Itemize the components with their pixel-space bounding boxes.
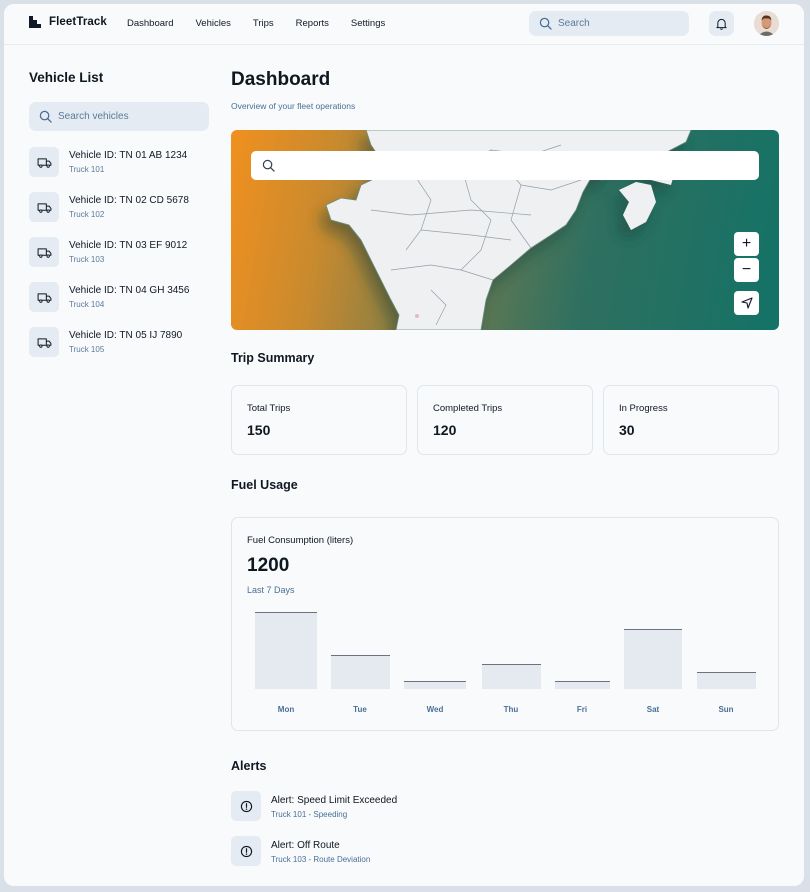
fuel-total-value: 1200: [247, 555, 290, 576]
app-window: FleetTrack Dashboard Vehicles Trips Repo…: [4, 4, 804, 886]
stat-label: In Progress: [619, 403, 668, 414]
user-avatar[interactable]: [754, 11, 779, 36]
fuel-bar-tue: [330, 655, 390, 689]
fuel-bar-fri: [554, 681, 610, 689]
fuel-day-label: Fri: [576, 705, 588, 714]
vehicle-name: Vehicle ID: TN 05 IJ 7890: [69, 330, 183, 341]
stat-card-completed-trips: Completed Trips 120: [417, 385, 593, 455]
plus-icon: +: [741, 235, 752, 252]
vehicle-search-placeholder: Search vehicles: [58, 111, 129, 122]
alert-circle-icon: [231, 836, 261, 866]
alert-name: Alert: Speed Limit Exceeded: [271, 795, 398, 806]
nav-item-settings[interactable]: Settings: [351, 18, 385, 29]
fuel-day-label: Sat: [646, 705, 660, 714]
truck-icon: [29, 282, 59, 312]
truck-icon: [29, 327, 59, 357]
vehicle-subtitle: Truck 105: [69, 345, 105, 354]
stat-value: 30: [619, 422, 635, 438]
vehicle-list-item[interactable]: Vehicle ID: TN 04 GH 3456 Truck 104: [29, 282, 219, 314]
fuel-day-label: Thu: [503, 705, 519, 714]
vehicle-name: Vehicle ID: TN 01 AB 1234: [69, 150, 188, 161]
minus-icon: −: [741, 261, 752, 278]
fuel-range-label: Last 7 Days: [247, 585, 295, 595]
fuel-chart-card: Fuel Consumption (liters) 1200 Last 7 Da…: [231, 517, 779, 731]
vehicle-name: Vehicle ID: TN 03 EF 9012: [69, 240, 188, 251]
stat-card-in-progress: In Progress 30: [603, 385, 779, 455]
vehicle-list-item[interactable]: Vehicle ID: TN 02 CD 5678 Truck 102: [29, 192, 219, 224]
fuel-bar-sat: [624, 629, 682, 689]
alert-circle-icon: [231, 791, 261, 821]
search-icon: [39, 110, 52, 123]
sidebar-title: Vehicle List: [29, 70, 104, 85]
vehicle-list-item[interactable]: Vehicle ID: TN 01 AB 1234 Truck 101: [29, 147, 219, 179]
vehicle-subtitle: Truck 104: [69, 300, 105, 309]
nav-item-reports[interactable]: Reports: [296, 18, 329, 29]
vehicle-search-input[interactable]: Search vehicles: [29, 102, 209, 131]
notifications-button[interactable]: [709, 11, 734, 36]
vehicle-list-item[interactable]: Vehicle ID: TN 03 EF 9012 Truck 103: [29, 237, 219, 269]
alerts-title: Alerts: [231, 759, 267, 773]
stat-card-total-trips: Total Trips 150: [231, 385, 407, 455]
alert-detail: Truck 101 - Speeding: [271, 810, 348, 819]
trip-summary-title: Trip Summary: [231, 351, 315, 365]
map-search-input[interactable]: [251, 151, 759, 180]
fuel-bar-wed: [404, 681, 466, 689]
main-nav: Dashboard Vehicles Trips Reports Setting…: [127, 18, 407, 29]
navigation-arrow-icon: [740, 297, 753, 309]
nav-item-vehicles[interactable]: Vehicles: [195, 18, 230, 29]
top-navbar: FleetTrack Dashboard Vehicles Trips Repo…: [4, 4, 804, 45]
truck-icon: [29, 237, 59, 267]
brand[interactable]: FleetTrack: [29, 16, 107, 28]
page-title: Dashboard: [231, 69, 331, 90]
vehicle-subtitle: Truck 103: [69, 255, 105, 264]
vehicle-subtitle: Truck 102: [69, 210, 105, 219]
stat-label: Total Trips: [247, 403, 291, 414]
truck-icon: [29, 147, 59, 177]
fuel-chart-label: Fuel Consumption (liters): [247, 535, 354, 546]
global-search-input[interactable]: Search: [529, 11, 689, 36]
nav-item-dashboard[interactable]: Dashboard: [127, 18, 173, 29]
zoom-in-button[interactable]: +: [734, 232, 759, 256]
locate-button[interactable]: [734, 291, 759, 315]
brand-name: FleetTrack: [49, 16, 107, 28]
global-search-placeholder: Search: [558, 18, 590, 29]
truck-icon: [29, 192, 59, 222]
page-subtitle: Overview of your fleet operations: [231, 101, 356, 111]
bell-icon: [716, 18, 727, 30]
fleet-map[interactable]: + −: [231, 130, 779, 330]
fuel-bar-sun: [696, 672, 756, 689]
alert-detail: Truck 103 - Route Deviation: [271, 855, 371, 864]
stat-value: 120: [433, 422, 457, 438]
vehicle-name: Vehicle ID: TN 04 GH 3456: [69, 285, 190, 296]
stat-label: Completed Trips: [433, 403, 503, 414]
fuel-day-label: Sun: [718, 705, 734, 714]
fuel-bar-thu: [481, 664, 541, 689]
vehicle-name: Vehicle ID: TN 02 CD 5678: [69, 195, 189, 206]
search-icon: [539, 17, 552, 30]
nav-item-trips[interactable]: Trips: [253, 18, 274, 29]
fuel-day-label: Tue: [353, 705, 367, 714]
alert-item[interactable]: Alert: Speed Limit Exceeded Truck 101 - …: [231, 791, 531, 823]
alert-item[interactable]: Alert: Off Route Truck 103 - Route Devia…: [231, 836, 531, 868]
fuel-usage-title: Fuel Usage: [231, 478, 298, 492]
fuel-bar-mon: [255, 612, 317, 689]
vehicle-subtitle: Truck 101: [69, 165, 105, 174]
search-icon: [262, 159, 275, 172]
fuel-day-label: Wed: [426, 705, 444, 714]
fuel-day-label: Mon: [277, 705, 295, 714]
vehicle-list-item[interactable]: Vehicle ID: TN 05 IJ 7890 Truck 105: [29, 327, 219, 359]
alert-name: Alert: Off Route: [271, 840, 340, 851]
zoom-out-button[interactable]: −: [734, 258, 759, 282]
stat-value: 150: [247, 422, 271, 438]
brand-logo-icon: [29, 16, 41, 28]
